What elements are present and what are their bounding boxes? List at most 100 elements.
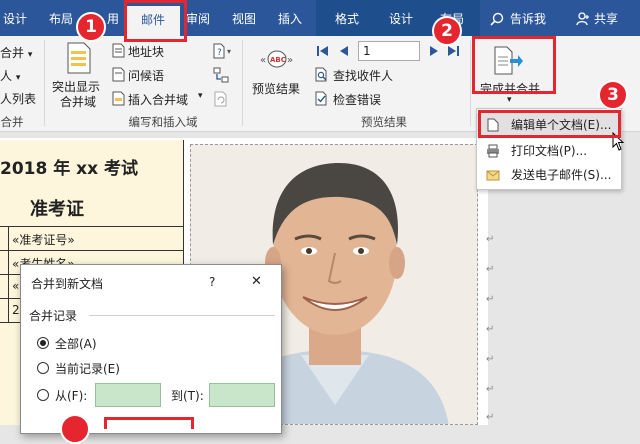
svg-text:ABC: ABC <box>270 56 286 64</box>
range-radio[interactable] <box>37 389 49 401</box>
field-exam-id: «准考证号» <box>12 233 75 247</box>
check-errors-button[interactable]: 检查错误 <box>314 90 414 108</box>
paragraph-mark: ↵ <box>486 234 495 245</box>
tab-layout[interactable]: 布局 <box>44 0 78 36</box>
group-divider <box>470 40 471 126</box>
merge-to-new-document-dialog: 合并到新文档 ? ✕ 合并记录 全部(A) 当前记录(E) 从(F): 到(T)… <box>20 264 282 434</box>
chevron-down-icon: ▾ <box>198 91 203 101</box>
last-record-icon[interactable] <box>446 44 460 58</box>
preview-abc-icon: « ABC » <box>260 50 293 68</box>
next-record-icon[interactable] <box>428 44 440 58</box>
share-label: 共享 <box>594 12 619 26</box>
tab-references[interactable]: 用 <box>104 0 122 36</box>
current-record-radio[interactable] <box>37 362 49 374</box>
svg-text:?: ? <box>217 48 222 58</box>
select-recipients-label: 人 <box>0 69 13 83</box>
from-input[interactable] <box>95 383 161 407</box>
step-badge-3: 3 <box>598 80 628 110</box>
greeting-line-label: 问候语 <box>128 69 165 83</box>
document-fields-icon <box>67 42 91 74</box>
paragraph-mark: ↵ <box>486 324 495 335</box>
write-insert-group-label: 编写和插入域 <box>128 115 198 129</box>
step-badge-4-partial <box>60 414 90 444</box>
group-divider <box>44 40 45 126</box>
printer-icon <box>487 144 499 158</box>
chevron-down-icon: ▾ <box>507 95 512 105</box>
chevron-down-icon: ▾ <box>27 50 33 60</box>
step-badge-1: 1 <box>76 12 106 42</box>
match-fields-icon[interactable] <box>212 66 230 84</box>
tab-insert[interactable]: 插入 <box>272 0 308 36</box>
record-number-value: 1 <box>363 44 371 58</box>
field-partial: « <box>12 279 20 293</box>
print-documents-label: 打印文档(P)... <box>511 144 588 158</box>
merge-records-label: 合并记录 <box>29 309 78 323</box>
paragraph-mark: ↵ <box>486 354 495 365</box>
start-group-label: 合并 <box>0 115 24 129</box>
preview-results-label: 预览结果 <box>252 82 301 96</box>
tell-me-box[interactable]: 告诉我 <box>490 0 556 36</box>
first-record-icon[interactable] <box>316 44 330 58</box>
tab-view[interactable]: 视图 <box>226 0 262 36</box>
current-record-label: 当前记录(E) <box>55 362 120 376</box>
insert-merge-field-label: 插入合并域 <box>128 93 189 107</box>
dialog-title: 合并到新文档 <box>31 277 104 291</box>
paragraph-mark: ↵ <box>486 294 495 305</box>
find-recipient-icon <box>315 67 327 82</box>
greeting-line-icon <box>112 67 125 82</box>
check-errors-label: 检查错误 <box>333 93 382 107</box>
select-recipients-button[interactable]: 人 ▾ <box>0 67 20 84</box>
greeting-line-button[interactable]: 问候语 <box>112 66 192 84</box>
record-number-input[interactable]: 1 <box>358 41 420 61</box>
tell-me-label: 告诉我 <box>510 12 547 26</box>
person-icon <box>576 12 589 26</box>
find-recipient-button[interactable]: 查找收件人 <box>314 66 414 84</box>
highlight-box-ok <box>104 417 194 429</box>
find-recipient-label: 查找收件人 <box>333 69 394 83</box>
check-errors-icon <box>315 91 327 106</box>
table-row: «准考证号» <box>0 227 184 251</box>
close-button[interactable]: ✕ <box>251 274 262 289</box>
start-merge-button[interactable]: 合并 ▾ <box>0 44 32 61</box>
chevron-down-icon: ▾ <box>15 73 21 83</box>
insert-merge-field-button[interactable]: 插入合并域 ▾ <box>112 90 210 108</box>
update-labels-icon[interactable] <box>212 90 230 108</box>
to-input[interactable] <box>209 383 275 407</box>
to-label: 到(T): <box>171 389 204 403</box>
field-partial: 2 <box>12 303 20 317</box>
share-button[interactable]: 共享 <box>576 0 636 36</box>
svg-text:«: « <box>260 55 266 66</box>
help-button[interactable]: ? <box>209 275 215 289</box>
address-block-button[interactable]: 地址块 <box>112 42 192 60</box>
previous-record-icon[interactable] <box>338 44 350 58</box>
highlight-box-edit-individual <box>478 110 621 138</box>
insert-field-icon <box>112 91 125 106</box>
rules-icon[interactable]: ? ▾ <box>212 42 234 60</box>
send-email-item[interactable]: 发送电子邮件(S)... <box>477 163 621 187</box>
table-header-cell: 2018 年 xx 考试 准考证 <box>0 140 184 227</box>
tab-design-table[interactable]: 设计 <box>378 0 424 36</box>
search-icon <box>490 12 504 26</box>
address-block-icon <box>112 43 125 58</box>
svg-text:»: » <box>287 55 293 66</box>
highlight-merge-fields-button[interactable]: 突出显示 合并域 <box>50 40 108 112</box>
step-badge-2: 2 <box>432 16 462 46</box>
all-records-radio[interactable] <box>37 337 49 349</box>
paragraph-mark: ↵ <box>486 412 495 423</box>
highlight-box-finish-merge <box>472 36 556 94</box>
tab-format[interactable]: 格式 <box>316 0 378 36</box>
paragraph-mark: ↵ <box>486 384 495 395</box>
divider <box>89 315 275 316</box>
highlight-box-mailings <box>124 0 187 42</box>
exam-subtitle: 准考证 <box>30 199 84 220</box>
edit-recipient-list-button[interactable]: 人列表 <box>0 90 36 107</box>
preview-results-button[interactable]: « ABC » 预览结果 <box>248 40 306 112</box>
preview-group-label: 预览结果 <box>361 115 407 129</box>
group-divider <box>242 40 243 126</box>
print-documents-item[interactable]: 打印文档(P)... <box>477 139 621 163</box>
email-icon <box>486 170 500 181</box>
tab-design[interactable]: 设计 <box>0 0 30 36</box>
from-label: 从(F): <box>55 389 88 403</box>
all-records-label: 全部(A) <box>55 337 97 351</box>
svg-text:▾: ▾ <box>227 47 231 56</box>
